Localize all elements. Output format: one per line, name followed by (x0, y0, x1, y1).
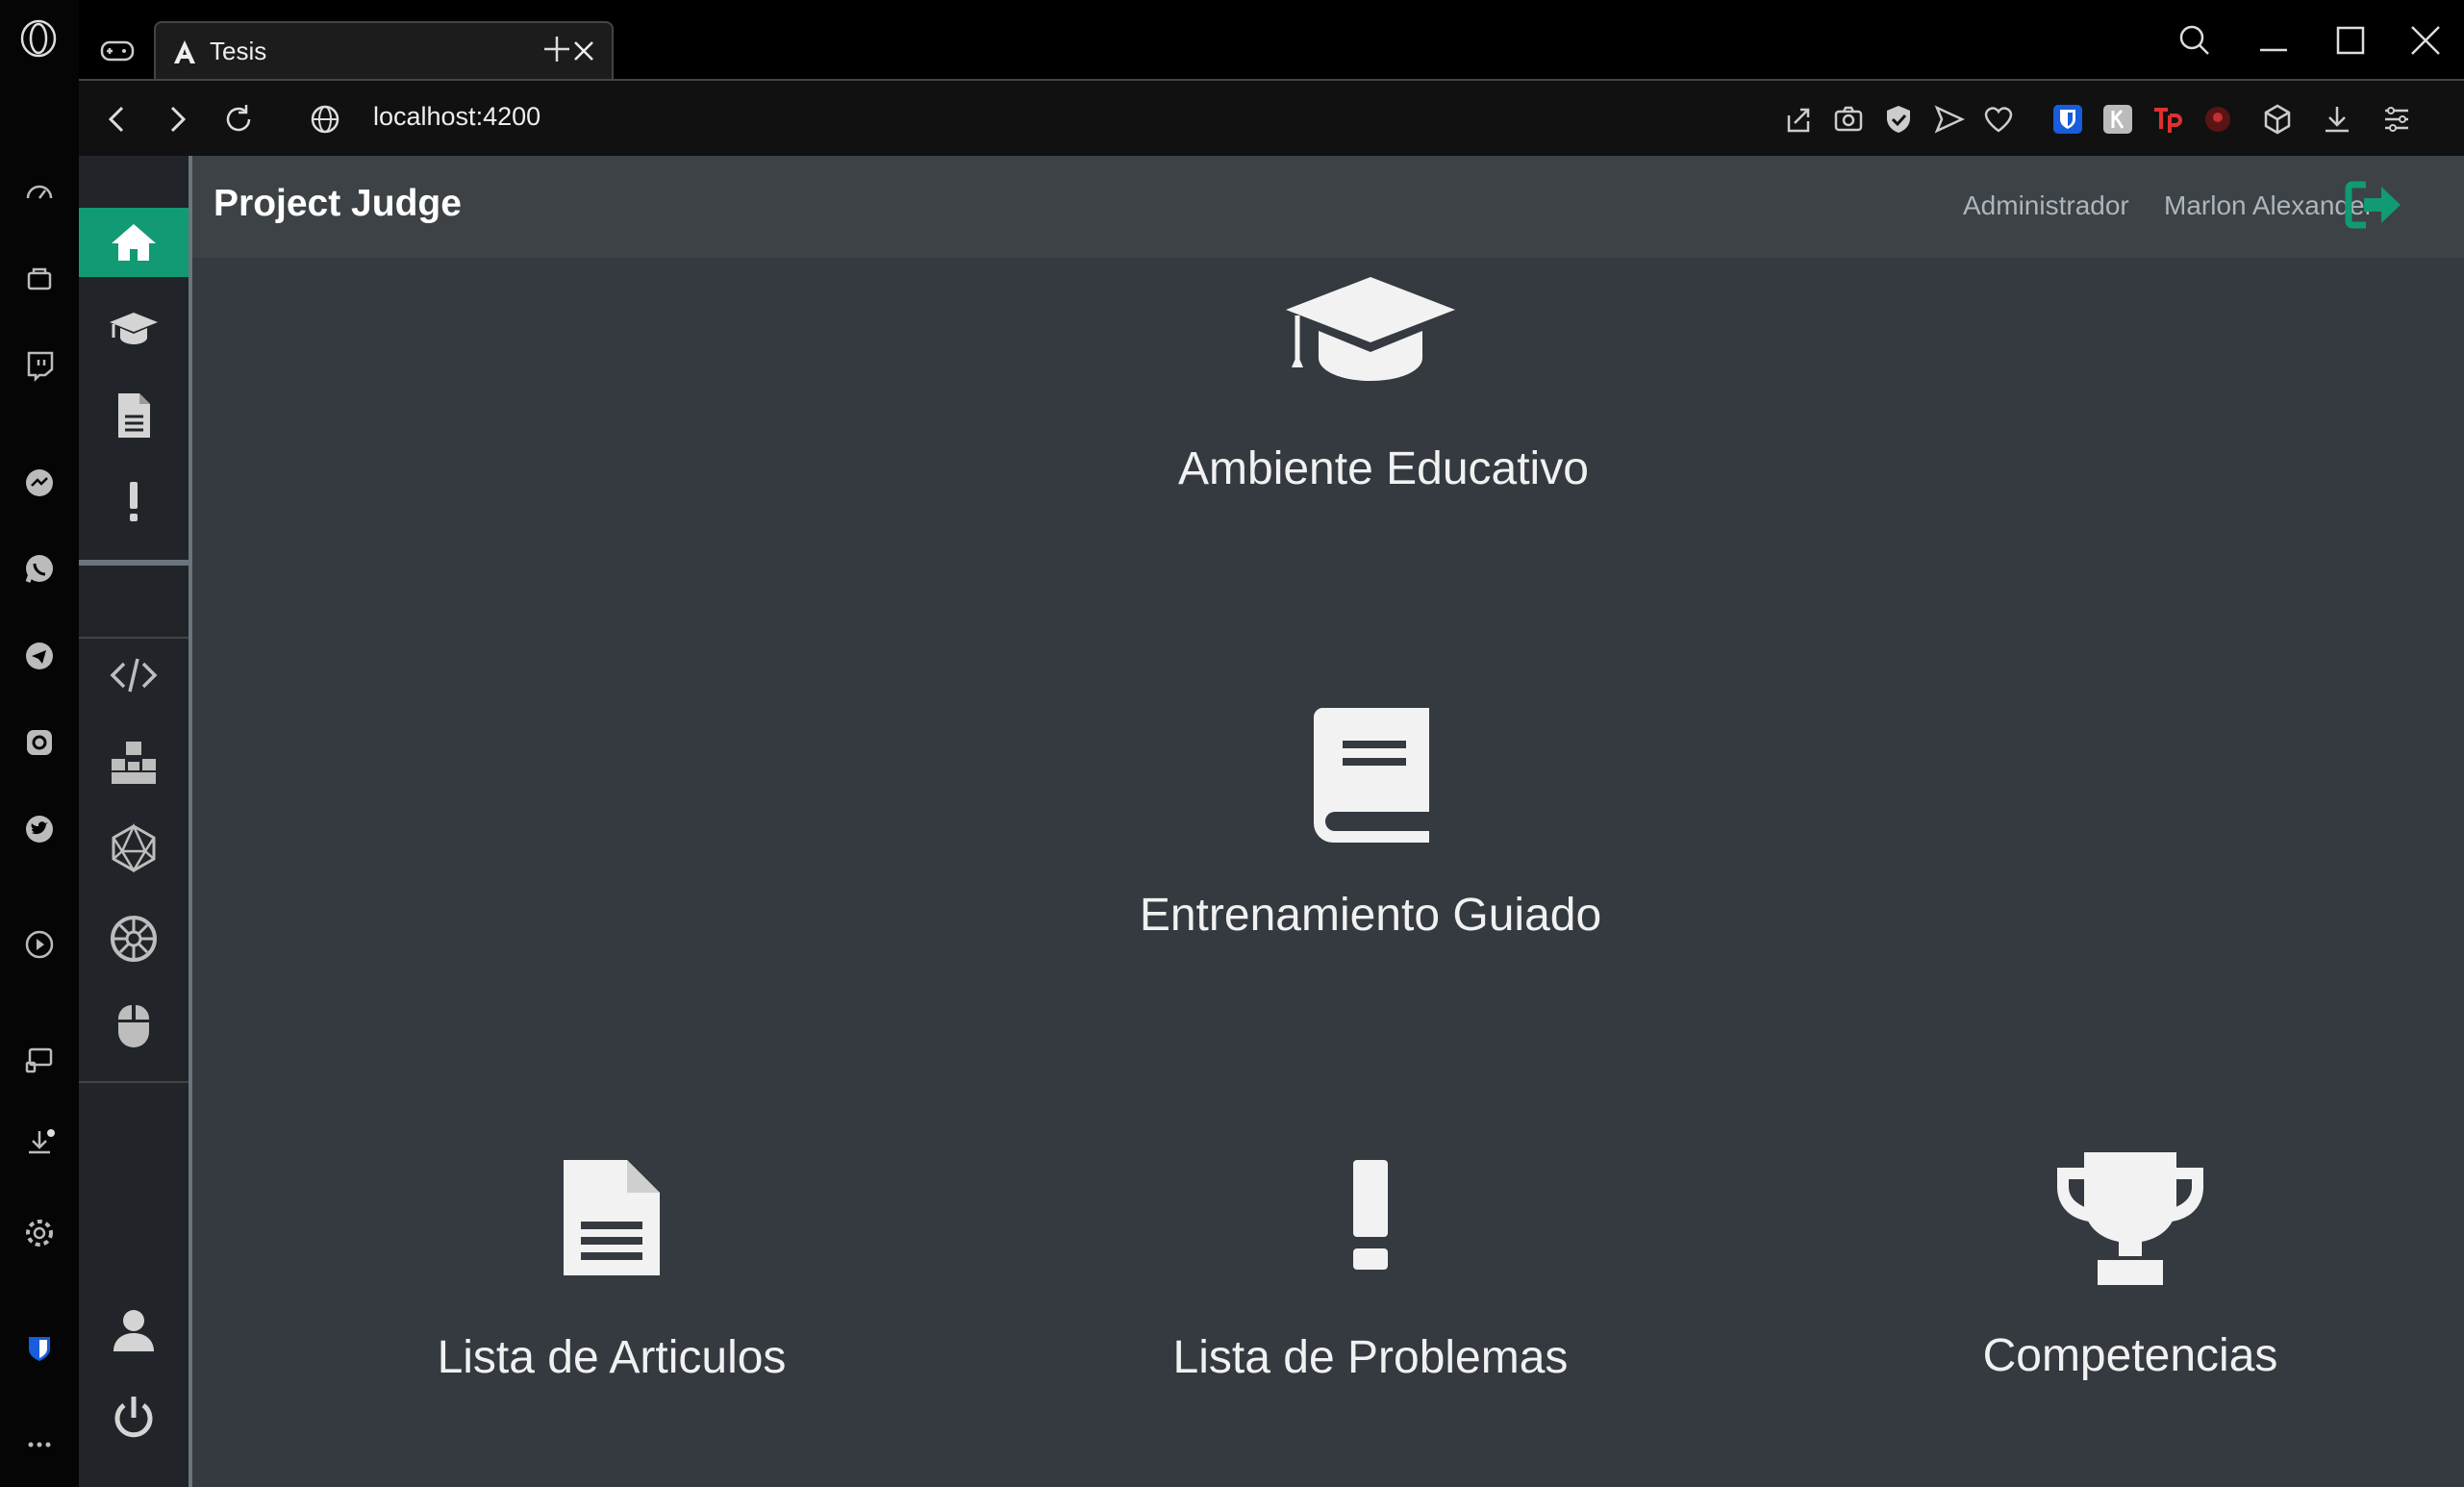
exclamation-icon (1353, 1160, 1388, 1270)
browser-sidebar (0, 0, 79, 1487)
download-icon[interactable] (2320, 102, 2354, 137)
exclamation-icon (130, 482, 138, 521)
extension-k-icon[interactable] (2100, 102, 2135, 137)
card-competencias[interactable]: Competencias (1899, 1150, 2361, 1382)
player-icon[interactable] (18, 923, 61, 966)
close-window-icon[interactable] (2406, 21, 2445, 60)
app-sidebar (79, 156, 192, 1487)
sidebar-item-power[interactable] (79, 1383, 189, 1452)
book-icon (1313, 708, 1429, 843)
sidebar-item-code[interactable] (79, 641, 189, 710)
card-label: Competencias (1982, 1330, 2278, 1381)
graduation-cap-icon (110, 313, 158, 344)
trophy-icon (2057, 1152, 2203, 1285)
back-icon[interactable] (98, 100, 137, 139)
twitch-icon[interactable] (18, 344, 61, 387)
logout-icon[interactable] (2345, 179, 2404, 231)
sidebar-item-education[interactable] (79, 294, 189, 364)
forward-icon[interactable] (158, 100, 196, 139)
sidebar-item-problems[interactable] (79, 467, 189, 537)
shopping-icon[interactable] (18, 258, 61, 300)
new-tab-icon[interactable] (541, 33, 573, 65)
search-icon[interactable] (2175, 21, 2214, 60)
tab-title: Tesis (210, 37, 267, 65)
sidebar-item-mouse[interactable] (79, 991, 189, 1060)
card-lista-articulos[interactable]: Lista de Articulos (381, 1158, 842, 1384)
user-icon (113, 1310, 154, 1351)
downloads-icon[interactable] (18, 1122, 61, 1164)
card-label: Ambiente Educativo (1178, 443, 1589, 494)
document-icon (564, 1160, 660, 1275)
power-icon (114, 1397, 153, 1438)
angular-favicon-icon (174, 40, 195, 63)
settings-icon[interactable] (18, 1212, 61, 1254)
camera-icon[interactable] (1831, 102, 1866, 137)
sidebar-item-dice[interactable] (79, 814, 189, 883)
d20-icon (112, 823, 156, 873)
gamepad-icon[interactable] (98, 31, 137, 69)
bitwarden-icon[interactable] (18, 1327, 61, 1370)
cube-icon[interactable] (2260, 102, 2295, 137)
card-label: Lista de Problemas (1172, 1332, 1569, 1383)
document-icon (118, 393, 150, 438)
graduation-cap-icon (1286, 277, 1455, 381)
tab-bar: Tesis (79, 0, 2464, 83)
shield-icon[interactable] (1881, 102, 1916, 137)
user-name-link[interactable]: Marlon Alexander (2164, 190, 2374, 221)
telegram-icon[interactable] (18, 635, 61, 677)
sidebar-item-home[interactable] (79, 208, 189, 277)
extension-tp-icon[interactable] (2150, 102, 2185, 137)
address-bar: localhost:4200 (79, 79, 2464, 158)
sidebar-divider (79, 1081, 189, 1083)
speed-dial-icon[interactable] (18, 171, 61, 214)
sidebar-divider (79, 637, 189, 639)
url-field[interactable]: localhost:4200 (373, 102, 541, 132)
cubes-icon (112, 742, 156, 784)
card-lista-problemas[interactable]: Lista de Problemas (1130, 1158, 1611, 1384)
instagram-icon[interactable] (18, 721, 61, 764)
sidebar-item-articles[interactable] (79, 381, 189, 450)
app-root: Project Judge Administrador Marlon Alexa… (79, 156, 2464, 1487)
minimize-icon[interactable] (2254, 21, 2293, 60)
close-tab-icon[interactable] (569, 37, 598, 65)
card-ambiente-educativo[interactable]: Ambiente Educativo (1178, 275, 1589, 495)
card-label: Entrenamiento Guiado (1139, 890, 1602, 941)
brand-title[interactable]: Project Judge (214, 183, 462, 225)
globe-icon (311, 105, 339, 134)
sidebar-item-blocks[interactable] (79, 727, 189, 796)
role-link[interactable]: Administrador (1963, 190, 2129, 221)
whatsapp-icon[interactable] (18, 548, 61, 591)
easy-setup-icon[interactable] (2379, 102, 2414, 137)
card-label: Lista de Articulos (437, 1332, 787, 1383)
home-icon (112, 224, 156, 261)
send-icon[interactable] (1931, 102, 1966, 137)
heart-icon[interactable] (1981, 102, 2016, 137)
maximize-icon[interactable] (2331, 21, 2370, 60)
sidebar-item-profile[interactable] (79, 1297, 189, 1366)
mouse-icon (117, 1005, 150, 1047)
opera-logo-icon[interactable] (19, 19, 58, 58)
sidebar-divider (79, 560, 189, 566)
messenger-icon[interactable] (18, 462, 61, 504)
my-flow-icon[interactable] (18, 1039, 61, 1081)
app-navbar: Project Judge Administrador Marlon Alexa… (192, 156, 2464, 258)
reload-icon[interactable] (219, 100, 258, 139)
more-icon[interactable] (18, 1424, 61, 1466)
sidebar-item-empire[interactable] (79, 904, 189, 973)
twitter-icon[interactable] (18, 808, 61, 850)
card-entrenamiento-guiado[interactable]: Entrenamiento Guiado (1130, 706, 1611, 942)
bitwarden-extension-icon[interactable] (2050, 102, 2085, 137)
galactic-empire-icon (111, 916, 157, 962)
share-icon[interactable] (1781, 102, 1816, 137)
code-icon (110, 658, 158, 693)
extension-red-icon[interactable] (2200, 102, 2235, 137)
